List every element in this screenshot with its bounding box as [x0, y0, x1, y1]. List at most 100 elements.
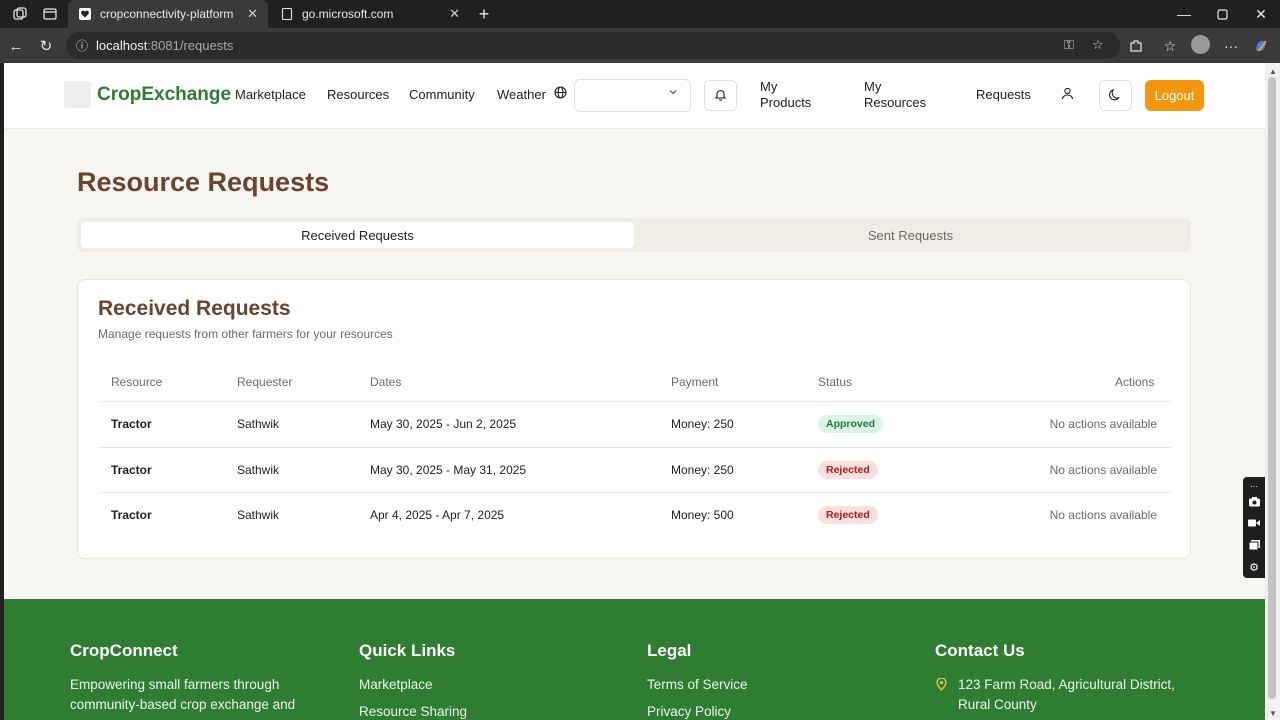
column-header-status: Status: [818, 375, 853, 389]
status-badge: Approved: [818, 415, 884, 433]
scroll-up-icon[interactable]: ▲: [1269, 67, 1277, 76]
cell-resource: Tractor: [111, 508, 152, 522]
brand-logo[interactable]: CropExchange: [97, 84, 231, 106]
back-icon[interactable]: ←: [5, 35, 27, 57]
column-header-actions: Actions: [1115, 375, 1155, 389]
floating-capture-toolbar: ⋯ ⚙: [1243, 477, 1265, 578]
cell-actions: No actions available: [1049, 417, 1157, 431]
cell-actions: No actions available: [1049, 508, 1157, 522]
favorite-star-icon[interactable]: ☆: [1092, 37, 1104, 53]
cell-requester: Sathwik: [237, 508, 280, 522]
footer-about-text: Empowering small farmers through communi…: [70, 677, 296, 712]
language-select[interactable]: [574, 79, 691, 112]
window-capture-icon[interactable]: [1247, 538, 1261, 552]
close-tab-icon[interactable]: ✕: [247, 6, 258, 22]
footer-legal-title: Legal: [647, 641, 692, 660]
column-header-resource: Resource: [111, 375, 163, 389]
received-requests-card: Received Requests Manage requests from o…: [77, 279, 1191, 559]
theme-toggle-button[interactable]: [1099, 80, 1132, 111]
tab-title: cropconnectivity-platform: [100, 7, 234, 21]
nav-weather[interactable]: Weather: [497, 87, 546, 102]
footer-link-resource-sharing[interactable]: Resource Sharing: [359, 702, 467, 720]
new-tab-icon[interactable]: +: [474, 4, 494, 24]
status-badge: Rejected: [818, 461, 878, 479]
nav-my-resources[interactable]: My Resources: [864, 79, 934, 111]
bell-icon: [714, 88, 727, 104]
video-icon[interactable]: [1247, 516, 1261, 530]
cell-requester: Sathwik: [237, 463, 280, 477]
url-host: localhost: [96, 38, 148, 53]
notifications-button[interactable]: [704, 80, 737, 111]
password-key-icon[interactable]: ⚿: [1064, 37, 1074, 53]
globe-icon: [554, 86, 567, 102]
column-header-dates: Dates: [370, 375, 402, 389]
extensions-icon[interactable]: [1125, 35, 1147, 57]
tab-microsoft[interactable]: go.microsoft.com ✕: [270, 0, 470, 28]
scroll-down-icon[interactable]: ▼: [1269, 709, 1277, 718]
chevron-down-icon: [668, 87, 678, 100]
footer-contact-title: Contact Us: [935, 641, 1025, 660]
cell-dates: Apr 4, 2025 - Apr 7, 2025: [370, 508, 505, 522]
url-path: :8081/requests: [147, 38, 234, 53]
footer-address-line1: 123 Farm Road, Agricultural District,: [958, 677, 1175, 692]
heart-favicon-icon: [78, 7, 92, 21]
column-header-payment: Payment: [671, 375, 719, 389]
site-info-icon[interactable]: ⓘ: [76, 37, 92, 54]
user-icon[interactable]: [1061, 87, 1074, 103]
tab-cropconnectivity[interactable]: cropconnectivity-platform ✕: [68, 0, 268, 28]
close-window-icon[interactable]: ✕: [1249, 4, 1273, 24]
favorites-icon[interactable]: ☆: [1159, 35, 1181, 57]
tab-list-icon[interactable]: [40, 4, 60, 24]
moon-icon: [1108, 88, 1122, 104]
address-bar-row: ← ↻ ⓘ localhost:8081/requests ⚿ ☆ ☆ ···: [0, 28, 1280, 63]
status-badge: Rejected: [818, 506, 878, 524]
table-row: Tractor Sathwik May 30, 2025 - Jun 2, 20…: [98, 401, 1171, 447]
camera-icon[interactable]: [1247, 494, 1261, 508]
gear-icon[interactable]: ⚙: [1247, 560, 1261, 574]
copilot-icon[interactable]: [1250, 35, 1272, 57]
app-header: CropExchange Marketplace Resources Commu…: [4, 63, 1265, 129]
column-header-requester: Requester: [237, 375, 293, 389]
logo-image[interactable]: [64, 81, 91, 108]
site-footer: CropConnect Empowering small farmers thr…: [4, 599, 1265, 720]
close-tab-icon[interactable]: ✕: [449, 6, 460, 22]
cell-actions: No actions available: [1049, 463, 1157, 477]
toolbar-grip-icon[interactable]: ⋯: [1247, 479, 1261, 493]
nav-my-products[interactable]: My Products: [760, 79, 830, 111]
nav-resources[interactable]: Resources: [327, 87, 389, 102]
tab-sent-requests[interactable]: Sent Requests: [634, 222, 1187, 248]
page-viewport: CropExchange Marketplace Resources Commu…: [4, 63, 1265, 720]
cell-payment: Money: 250: [671, 463, 734, 477]
tab-received-requests[interactable]: Received Requests: [81, 222, 634, 248]
minimize-icon[interactable]: —: [1172, 4, 1196, 24]
url-input[interactable]: ⓘ localhost:8081/requests ⚿ ☆: [66, 32, 1120, 59]
workspaces-icon[interactable]: [10, 4, 30, 24]
nav-requests[interactable]: Requests: [976, 87, 1031, 102]
footer-links-title: Quick Links: [359, 641, 456, 660]
page-favicon-icon: [280, 7, 294, 21]
footer-link-marketplace[interactable]: Marketplace: [359, 675, 433, 695]
footer-address-line2: Rural County: [958, 697, 1037, 712]
cell-payment: Money: 250: [671, 417, 734, 431]
card-subtitle: Manage requests from other farmers for y…: [98, 327, 393, 341]
footer-link-privacy[interactable]: Privacy Policy: [647, 702, 731, 720]
logout-button[interactable]: Logout: [1145, 80, 1204, 111]
cell-requester: Sathwik: [237, 417, 280, 431]
refresh-icon[interactable]: ↻: [35, 35, 57, 57]
more-menu-icon[interactable]: ···: [1220, 35, 1242, 57]
requests-tabs: Received Requests Sent Requests: [77, 218, 1191, 252]
nav-marketplace[interactable]: Marketplace: [235, 87, 306, 102]
table-row: Tractor Sathwik May 30, 2025 - May 31, 2…: [98, 447, 1171, 493]
page-scrollbar[interactable]: ▲ ▼: [1265, 63, 1280, 720]
card-title: Received Requests: [98, 297, 291, 320]
footer-link-terms[interactable]: Terms of Service: [647, 675, 748, 695]
nav-community[interactable]: Community: [409, 87, 475, 102]
maximize-icon[interactable]: [1210, 4, 1234, 24]
profile-avatar[interactable]: [1191, 35, 1210, 54]
cell-dates: May 30, 2025 - Jun 2, 2025: [370, 417, 517, 431]
cell-payment: Money: 500: [671, 508, 734, 522]
scrollbar-thumb[interactable]: [1268, 77, 1276, 699]
cell-resource: Tractor: [111, 417, 152, 431]
page-title: Resource Requests: [77, 167, 330, 197]
location-pin-icon: [936, 677, 947, 694]
